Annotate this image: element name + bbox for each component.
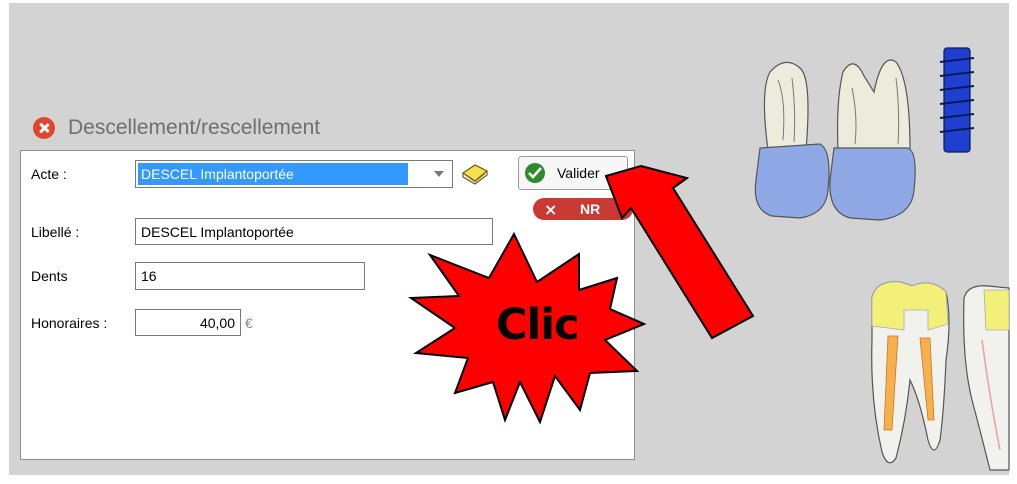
tutorial-overlay	[407, 164, 755, 425]
red-arrow	[604, 164, 755, 340]
clic-label: Clic	[496, 300, 580, 350]
